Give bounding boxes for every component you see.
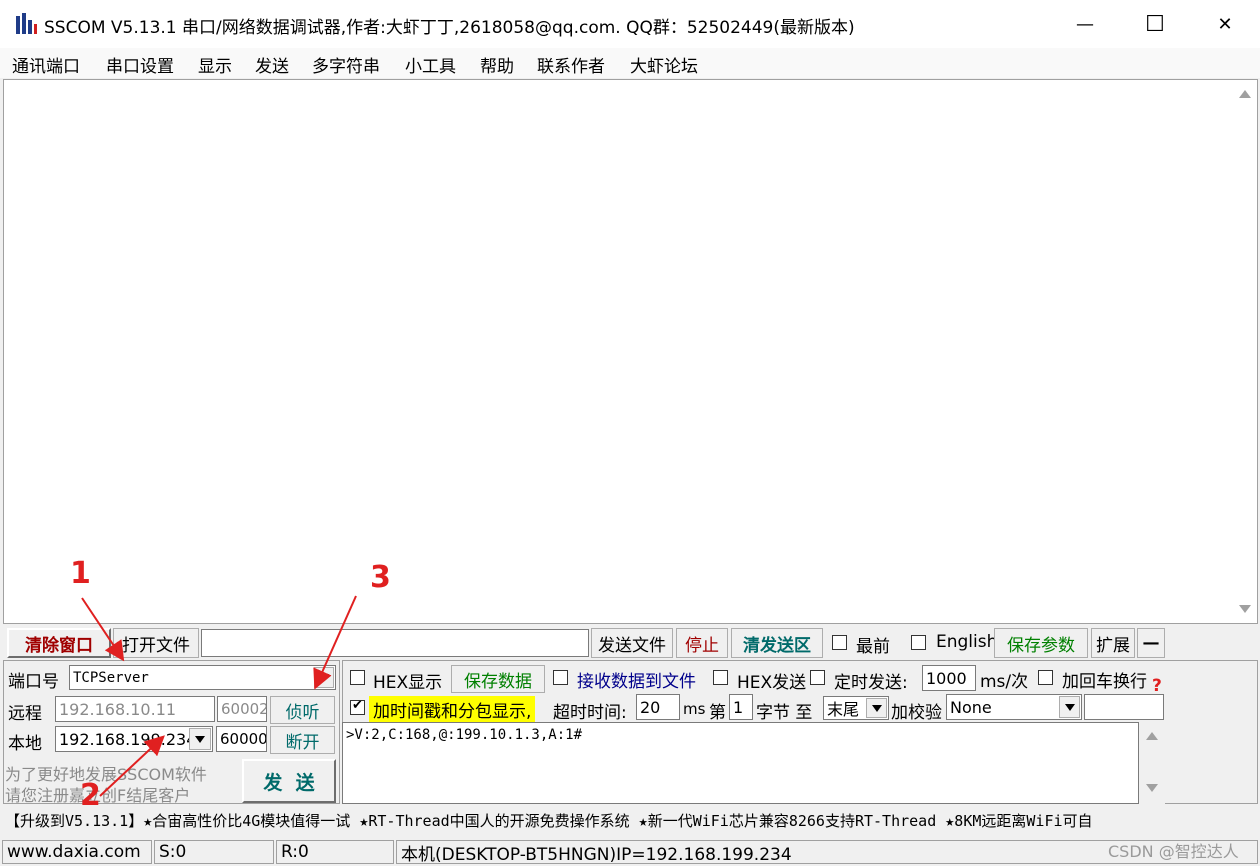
annotation-2: 2 [80, 778, 101, 813]
arrow-2 [99, 735, 165, 797]
annotation-1: 1 [70, 556, 91, 591]
arrow-3 [313, 595, 357, 690]
annotation-arrows [81, 595, 357, 797]
arrow-1 [81, 597, 125, 662]
annotation-3: 3 [370, 560, 391, 595]
